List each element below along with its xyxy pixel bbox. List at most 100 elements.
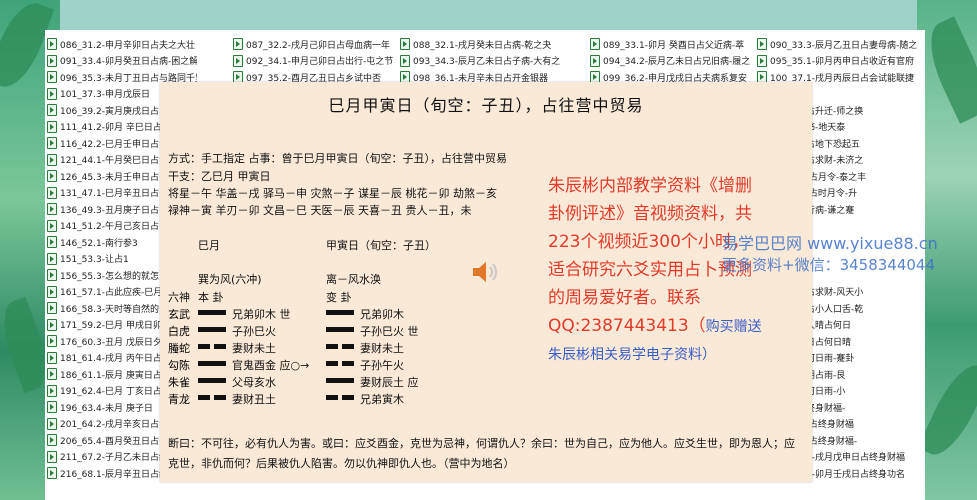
file-name: 092_34.1-申月己卯日占出行-屯之节 <box>246 57 393 67</box>
hexagram-line: 兄弟卯木 世 <box>198 306 323 321</box>
line-label: 子孙巳火 世 <box>360 325 419 338</box>
file-item[interactable]: 094_34.2-辰月乙未日占兄旧病-履之 <box>590 53 750 69</box>
yang-line <box>198 378 226 383</box>
file-name: 131_47.1-巳月辛丑日占 <box>60 189 159 199</box>
yin-line-right <box>214 395 226 400</box>
ad-line-blue: 朱辰彬相关易学电子资料） <box>548 347 716 363</box>
liushen-label: 勾陈 <box>168 359 190 372</box>
line-label: 妻财未土 <box>232 342 276 355</box>
line-label: 兄弟卯木 <box>360 308 404 321</box>
yin-line-right <box>342 344 354 349</box>
line-label: 妻财丑土 <box>232 393 276 406</box>
file-item[interactable]: 089_33.1-卯月 癸酉日占父近病-萃 <box>590 36 750 52</box>
line-label: 兄弟寅木 <box>360 393 404 406</box>
file-name: 136_49.3-丑月庚子日占 <box>60 205 159 216</box>
liushen-label: 螣蛇 <box>168 342 190 355</box>
hexagram-line: 兄弟寅木 <box>326 391 451 406</box>
line-label: 官鬼酉金 应○→ <box>232 359 310 372</box>
video-file-icon <box>47 120 57 133</box>
video-file-icon <box>47 236 57 248</box>
file-item[interactable]: 088_32.1-戌月癸未日占病-乾之夬 <box>400 36 575 52</box>
video-file-icon <box>47 203 57 215</box>
file-name: 181_61.4-戌月 丙午日占 <box>60 354 162 364</box>
file-row: 091_33.4-卯月癸丑日占病-困之解 092_34.1-申月己卯日占出行-屯之… <box>45 53 925 69</box>
video-file-icon <box>47 252 57 265</box>
file-name: 121_44.1-午月癸巳日占 <box>60 156 159 166</box>
video-file-icon <box>590 54 600 67</box>
liushen-label: 玄武 <box>168 308 190 321</box>
file-name: 088_32.1-戌月癸未日占病-乾之夬 <box>413 40 552 51</box>
video-file-icon <box>47 219 57 232</box>
yin-line-left <box>326 395 338 400</box>
watermark-site: 易学巴巴网 www.yixue88.cn <box>722 234 938 253</box>
yin-line-right <box>342 361 354 366</box>
file-item[interactable]: 086_31.2-申月辛卯日占夫之大壮 <box>47 36 197 52</box>
file-name: 141_51.2-午月己亥日占 <box>60 222 159 232</box>
video-file-icon <box>47 384 57 397</box>
video-file-icon <box>47 335 57 347</box>
hexagram-line: 兄弟卯木 <box>326 306 451 321</box>
file-name: 095_35.1-卯月丙申日占收近有官府 <box>770 57 914 67</box>
line-label: 子孙巳火 <box>232 325 276 338</box>
file-item[interactable]: 087_32.2-戌月己卯日占母血病一年 <box>233 36 393 52</box>
ganzhi-line: 干支：乙巳月 甲寅日 <box>168 170 271 183</box>
video-file-icon <box>233 38 243 50</box>
file-name: 116_42.2-巳月壬申日占 <box>60 139 159 150</box>
file-name: 191_62.4-巳月 丁亥日占 <box>60 387 162 397</box>
video-file-icon <box>47 104 57 116</box>
line-label: 妻财未土 <box>360 342 404 355</box>
video-file-icon <box>47 153 57 166</box>
yin-line-right <box>214 344 226 349</box>
method-line: 方式：手工指定 占事：曾于巳月甲寅日（旬空：子丑），占往营中贸易 <box>168 152 507 165</box>
hexagram-line: 子孙巳火 <box>198 323 323 338</box>
file-name: 090_33.3-辰月乙丑日占妻母病-随之 <box>770 40 918 51</box>
watermark-contact: 更多资料+微信：3458344044 <box>722 256 936 274</box>
file-name: 196_63.4-未月 庚子日 <box>60 403 153 414</box>
video-file-icon <box>47 285 57 298</box>
file-name: 186_61.1-辰月 庚寅日占 <box>60 370 162 381</box>
video-file-icon <box>47 434 57 446</box>
file-name: 151_53.3-让占1 <box>60 255 129 265</box>
judgement-text: 断曰：不可往，必有仇人为害。或曰：应爻酉金，克世为忌神，何谓仇人？余曰：世为自己… <box>168 437 795 470</box>
line-label: 父母亥水 <box>232 376 276 389</box>
video-file-icon <box>47 269 57 281</box>
ad-qq-line: QQ:2387443413（购买赠送 <box>548 312 810 341</box>
file-item[interactable]: 090_33.3-辰月乙丑日占妻母病-随之 <box>757 36 923 52</box>
yin-line-left <box>326 361 338 366</box>
ad-qq: QQ:2387443413（ <box>548 316 706 336</box>
hexagram-line: 父母亥水 <box>198 374 323 389</box>
yang-line <box>326 310 354 315</box>
main-gua-header: 本 卦 <box>198 291 224 304</box>
video-file-icon <box>47 38 57 50</box>
ad-line: 卦例评述》音视频资料，共 <box>548 204 752 224</box>
speaker-icon <box>473 262 497 282</box>
yin-line-left <box>198 344 210 349</box>
video-file-icon <box>47 351 57 364</box>
month-label: 巳月 <box>198 239 220 252</box>
file-name: 171_59.2-巳月 甲戌日卯 <box>60 321 162 331</box>
video-file-icon <box>47 417 57 430</box>
ad-line: 的周易爱好者。联系 <box>548 288 701 308</box>
line-label: 子孙午火 <box>360 359 404 372</box>
video-file-icon <box>47 170 57 182</box>
video-file-icon <box>47 450 57 463</box>
video-file-icon <box>47 186 57 199</box>
video-file-icon <box>590 38 600 50</box>
file-name: 156_55.3-怎么想的就怎 <box>60 271 159 282</box>
file-name: 146_52.1-南行参3 <box>60 238 138 249</box>
file-name: 176_60.3-丑月 戊辰日夕 <box>60 337 162 348</box>
file-item[interactable]: 091_33.4-卯月癸丑日占病-困之解 <box>47 53 197 69</box>
video-file-icon <box>47 318 57 331</box>
file-name: 161_57.1-占此应疾-巳月 <box>60 288 163 298</box>
file-item[interactable]: 092_34.1-申月己卯日占出行-屯之节 <box>233 53 393 69</box>
file-name: 106_39.2-寅月庚戌日占 <box>60 106 159 117</box>
video-file-icon <box>47 54 57 67</box>
hexagram-line: 妻财丑土 <box>198 391 323 406</box>
video-file-icon <box>47 401 57 413</box>
yang-line <box>326 378 354 383</box>
change-gua-header: 变 卦 <box>326 291 352 304</box>
file-name: 111_41.2-卯月 辛巳日占 <box>60 123 162 133</box>
file-item[interactable]: 095_35.1-卯月丙申日占收近有官府 <box>757 53 923 69</box>
file-item[interactable]: 093_34.3-辰月乙未日占子病-大有之 <box>400 53 575 69</box>
hexagram-line: 妻财辰土 应 <box>326 374 451 389</box>
